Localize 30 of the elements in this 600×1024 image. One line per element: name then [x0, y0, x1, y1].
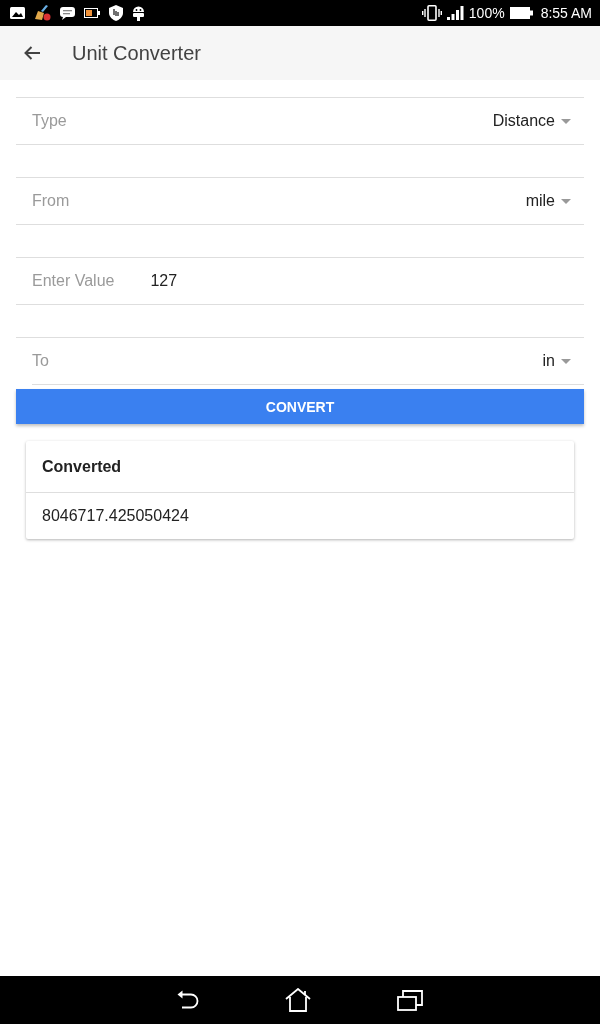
unit-select[interactable]: in: [542, 352, 571, 370]
image-icon: [10, 7, 25, 19]
unit-select[interactable]: mile: [525, 192, 571, 210]
field-label: Type: [32, 112, 67, 130]
back-icon: [177, 990, 199, 1010]
recent-apps-icon: [397, 989, 423, 1011]
caret-icon: [561, 118, 571, 124]
battery-icon: [509, 7, 533, 19]
clock-time: 8:55 AM: [540, 5, 592, 21]
converted-value: 8046717.425050424: [42, 507, 189, 525]
battery-percentage: 100%: [468, 5, 505, 21]
chat-bubble-icon: [60, 6, 75, 20]
battery-icon: [84, 8, 100, 18]
card-header: Converted: [42, 457, 122, 476]
caret-icon: [561, 198, 571, 204]
signal-icon: [446, 6, 464, 20]
shield-icon: [109, 5, 123, 21]
value-input[interactable]: 127: [150, 268, 571, 294]
broom-icon: [34, 5, 51, 21]
field-label: Enter Value: [32, 272, 115, 290]
caret-icon: [561, 358, 571, 364]
app-title: Unit Converter: [72, 41, 201, 65]
convert-button[interactable]: CONVERT: [16, 389, 584, 424]
robot-icon: [132, 5, 145, 21]
field-label: To: [32, 352, 49, 370]
phone-vibrate-icon: [421, 5, 442, 21]
home-icon: [285, 988, 311, 1012]
back-arrow-icon: [24, 46, 40, 60]
unit-select[interactable]: Distance: [492, 112, 571, 130]
field-label: From: [32, 192, 70, 210]
